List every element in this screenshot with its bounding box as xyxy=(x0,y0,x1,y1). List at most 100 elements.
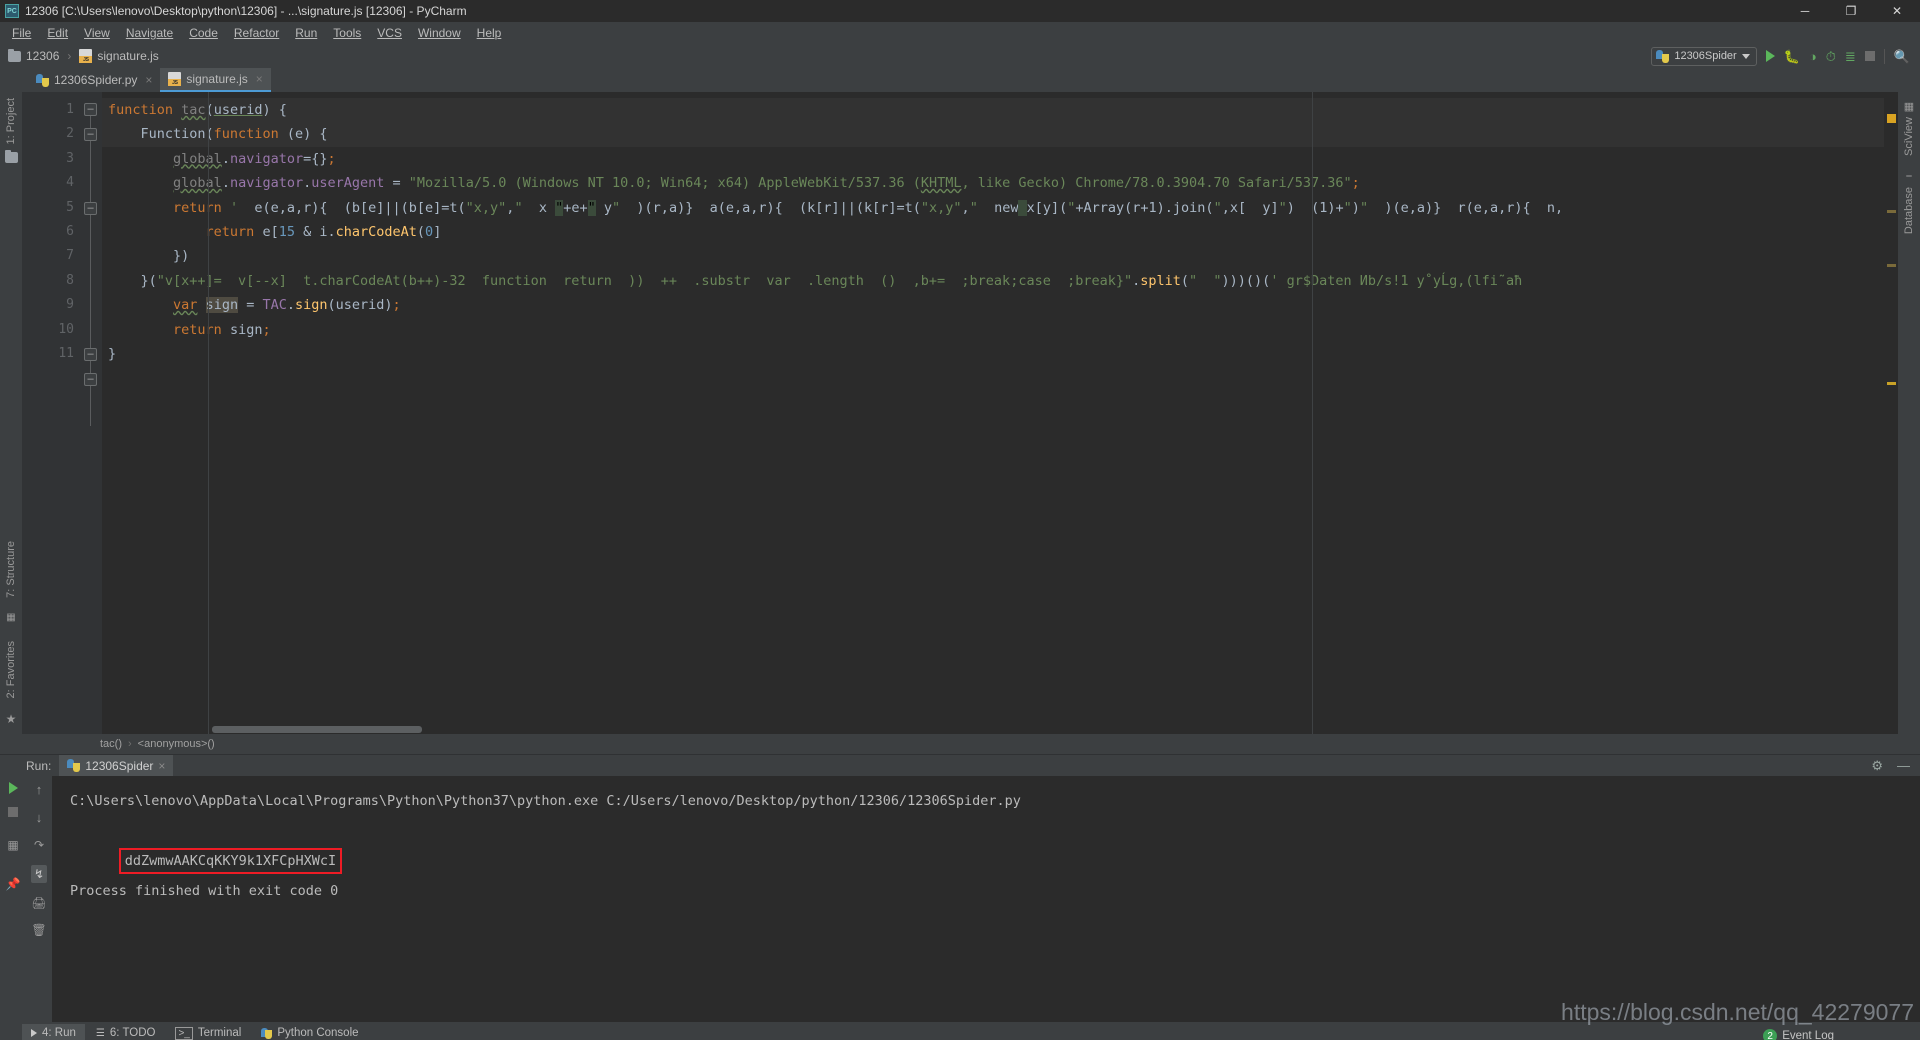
close-button[interactable]: ✕ xyxy=(1874,0,1920,22)
fold-toggle-line-8[interactable]: – xyxy=(84,373,97,386)
soft-wrap-icon[interactable]: ↷ xyxy=(34,838,44,852)
scroll-up-icon[interactable]: ↑ xyxy=(36,782,43,797)
editor-breadcrumb-item-anonymous[interactable]: <anonymous>() xyxy=(138,738,215,750)
menu-code[interactable]: Code xyxy=(181,24,226,42)
gear-icon[interactable]: ⚙ xyxy=(1871,759,1883,772)
menu-file[interactable]: File xyxy=(4,24,39,42)
tool-window-button-sciview[interactable]: SciView xyxy=(1903,117,1915,156)
event-log-button[interactable]: 2 Event Log xyxy=(1763,1029,1834,1040)
code-line-4[interactable]: global.navigator.userAgent = "Mozilla/5.… xyxy=(102,171,1884,195)
python-file-icon xyxy=(36,73,49,87)
code-line-9[interactable]: var sign = TAC.sign(userid); xyxy=(102,293,1884,317)
menu-edit[interactable]: Edit xyxy=(39,24,76,42)
code-line-1[interactable]: function tac(userid) { xyxy=(102,98,1884,123)
editor-horizontal-scrollbar[interactable] xyxy=(182,726,1848,734)
fold-toggle-line-5[interactable]: – xyxy=(84,202,97,215)
run-with-parameters-icon[interactable]: ≣ xyxy=(1845,50,1856,63)
console-line-highlighted: ddZwmwAAKCqKKY9k1XFCpHXWcI xyxy=(70,816,1920,874)
profile-icon[interactable]: ⏱ xyxy=(1826,50,1836,63)
editor-gutter-line-numbers: 1 2 3 4 5 6 7 8 9 10 11 xyxy=(22,92,80,734)
code-line-3[interactable]: global.navigator={}; xyxy=(102,147,1884,171)
editor-tab-close-icon[interactable]: × xyxy=(145,73,152,87)
line-number: 10 xyxy=(58,321,74,337)
tool-window-button-terminal[interactable]: >_ Terminal xyxy=(166,1024,250,1040)
menu-refactor[interactable]: Refactor xyxy=(226,24,287,42)
menu-window[interactable]: Window xyxy=(410,24,469,42)
menu-refactor-label: Refactor xyxy=(233,26,280,40)
code-line-7[interactable]: }) xyxy=(102,244,1884,268)
navigation-bar: 12306 › signature.js 12306Spider 🐛 ◑ ⏱ ≣… xyxy=(0,44,1920,68)
menu-vcs[interactable]: VCS xyxy=(369,24,410,42)
coverage-icon[interactable]: ◑ xyxy=(1809,50,1817,63)
javascript-file-icon xyxy=(79,49,93,63)
minimize-button[interactable]: ─ xyxy=(1782,0,1828,22)
fold-toggle-line-1[interactable]: – xyxy=(84,103,97,116)
todo-icon: ☰ xyxy=(95,1027,105,1039)
code-line-6[interactable]: return e[15 & i.charCodeAt(0] xyxy=(102,220,1884,244)
run-icon[interactable] xyxy=(1765,50,1775,62)
breadcrumb-file[interactable]: signature.js xyxy=(97,49,158,63)
debug-icon[interactable]: 🐛 xyxy=(1784,50,1800,63)
menu-tools[interactable]: Tools xyxy=(325,24,369,42)
editor-tab-label: signature.js xyxy=(186,72,248,86)
tool-window-button-structure[interactable]: 7: Structure xyxy=(5,541,17,598)
pin-icon[interactable]: 📌 xyxy=(6,877,21,891)
tool-window-label: Python Console xyxy=(277,1027,359,1039)
maximize-button[interactable]: ❐ xyxy=(1828,0,1874,22)
terminal-icon: >_ xyxy=(175,1026,193,1040)
tool-window-button-project[interactable]: 1: Project xyxy=(5,98,17,144)
tool-window-button-database[interactable]: Database xyxy=(1903,187,1915,234)
trash-icon[interactable]: 🗑 xyxy=(31,923,46,937)
stop-icon[interactable] xyxy=(8,807,18,817)
scroll-to-end-icon[interactable]: ↯ xyxy=(30,865,48,883)
editor-breadcrumb-item-function[interactable]: tac() xyxy=(100,738,122,750)
editor-tab-close-icon[interactable]: × xyxy=(256,72,263,86)
fold-toggle-line-7[interactable]: – xyxy=(84,348,97,361)
print-layout-icon[interactable]: ▦ xyxy=(7,838,18,852)
tool-window-button-todo[interactable]: ☰ 6: TODO xyxy=(87,1024,165,1040)
menu-run[interactable]: Run xyxy=(287,24,325,42)
code-line-8[interactable]: }("v[x++]= v[--x] t.charCodeAt(b++)-32 f… xyxy=(102,269,1884,293)
inspection-marker[interactable] xyxy=(1887,114,1896,123)
code-line-11[interactable]: } xyxy=(102,342,1884,366)
line-number: 3 xyxy=(66,150,74,166)
tool-window-button-run[interactable]: 4: Run xyxy=(22,1024,85,1040)
line-number: 7 xyxy=(66,248,74,264)
run-configuration-selector[interactable]: 12306Spider xyxy=(1651,46,1757,66)
run-tab-12306spider[interactable]: 12306Spider × xyxy=(59,754,174,777)
editor-tab-signature-js[interactable]: signature.js × xyxy=(160,68,271,92)
scroll-down-icon[interactable]: ↓ xyxy=(36,810,43,825)
run-console-output[interactable]: C:\Users\lenovo\AppData\Local\Programs\P… xyxy=(52,776,1920,1022)
run-configuration-label: 12306Spider xyxy=(1674,50,1737,62)
line-number: 2 xyxy=(66,126,74,142)
code-line-2[interactable]: Function(function (e) { xyxy=(102,122,1884,147)
line-number: 1 xyxy=(66,102,74,117)
editor-marker-bar[interactable] xyxy=(1884,92,1898,734)
menu-navigate[interactable]: Navigate xyxy=(118,24,181,42)
javascript-file-icon xyxy=(168,72,182,86)
search-icon[interactable]: 🔍 xyxy=(1894,50,1910,63)
tool-window-button-python-console[interactable]: Python Console xyxy=(252,1024,367,1040)
event-log-badge: 2 xyxy=(1763,1029,1778,1040)
menu-view[interactable]: View xyxy=(76,24,118,42)
menu-help[interactable]: Help xyxy=(469,24,510,42)
run-tab-label: 12306Spider xyxy=(85,758,154,773)
code-line-5[interactable]: return ' e(e,a,r){ (b[e]||(b[e]=t("x,y",… xyxy=(102,196,1884,220)
code-editor[interactable]: function tac(userid) { Function(function… xyxy=(102,92,1884,734)
stop-icon[interactable] xyxy=(1864,51,1875,61)
minimize-icon[interactable]: — xyxy=(1897,759,1910,772)
run-tab-close-icon[interactable]: × xyxy=(158,759,165,773)
code-line-10[interactable]: return sign; xyxy=(102,318,1884,342)
tool-window-button-favorites[interactable]: 2: Favorites xyxy=(5,641,17,698)
menu-navigate-label: Navigate xyxy=(125,26,174,40)
breadcrumb-project[interactable]: 12306 xyxy=(26,49,59,63)
menu-vcs-label: VCS xyxy=(377,26,402,40)
editor-tab-12306spider-py[interactable]: 12306Spider.py × xyxy=(28,68,161,92)
print-icon[interactable]: 🖨 xyxy=(31,896,46,910)
output-token-highlight: ddZwmwAAKCqKKY9k1XFCpHXWcI xyxy=(118,848,343,874)
menu-code-label: Code xyxy=(189,26,218,40)
scrollbar-thumb[interactable] xyxy=(212,726,422,733)
rerun-icon[interactable] xyxy=(8,782,18,794)
fold-toggle-line-2[interactable]: – xyxy=(84,128,97,141)
